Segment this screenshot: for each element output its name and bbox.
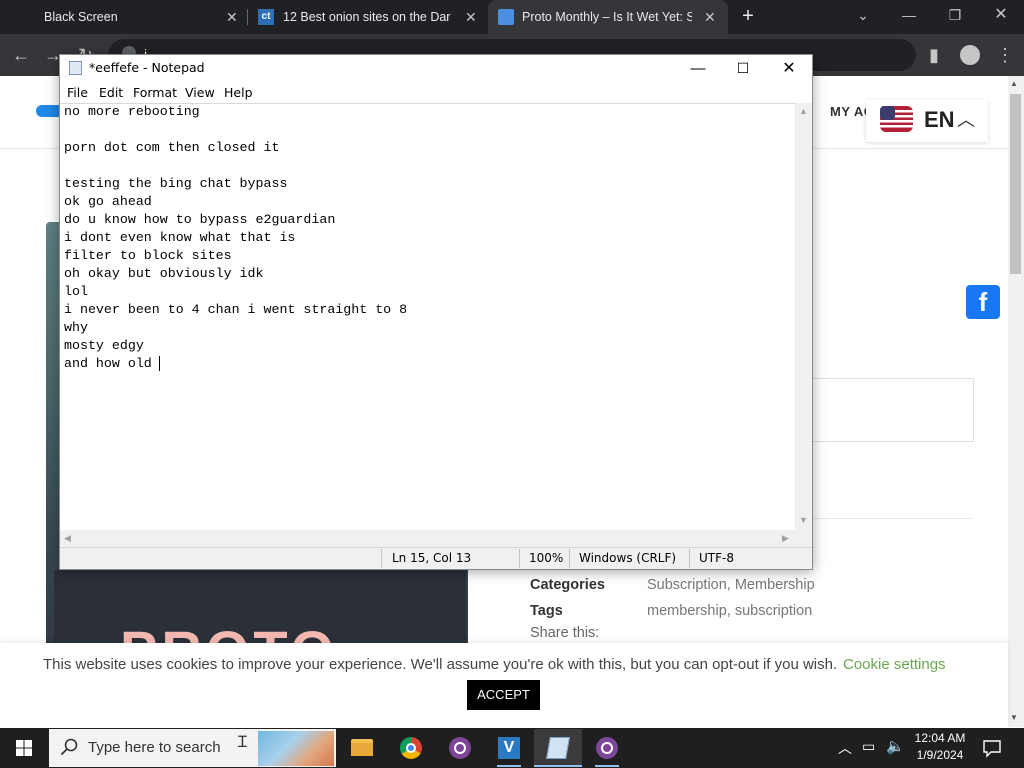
tab-proto-monthly[interactable]: Proto Monthly – Is It Wet Yet: Store ✕ bbox=[488, 0, 728, 34]
file-explorer-icon[interactable] bbox=[338, 729, 386, 767]
cursor-position: Ln 15, Col 13 bbox=[392, 551, 472, 565]
notepad-title: *eeffefe - Notepad bbox=[89, 60, 205, 75]
active-indicator bbox=[534, 765, 582, 767]
text-line: do u know how to bypass e2guardian bbox=[64, 212, 336, 227]
windows-start-icon[interactable] bbox=[0, 728, 48, 768]
content-divider bbox=[812, 518, 972, 519]
tor-browser-icon[interactable] bbox=[436, 729, 484, 767]
scroll-left-icon[interactable]: ◀ bbox=[64, 533, 71, 544]
categories-value[interactable]: Subscription, Membership bbox=[647, 577, 815, 593]
share-label: Share this: bbox=[530, 625, 600, 641]
text-line: i dont even know what that is bbox=[64, 230, 296, 245]
text-line: filter to block sites bbox=[64, 248, 232, 263]
product-option-box bbox=[812, 378, 974, 442]
chevron-up-icon: ︿ bbox=[957, 110, 975, 130]
scroll-down-icon[interactable]: ▼ bbox=[799, 515, 808, 525]
tab-separator bbox=[247, 9, 248, 25]
tags-label: Tags bbox=[530, 603, 563, 619]
tor-browser-alt-icon[interactable] bbox=[583, 729, 631, 767]
tab-title: 12 Best onion sites on the Dark Web bbox=[283, 10, 451, 24]
new-tab-icon[interactable]: + bbox=[738, 6, 758, 26]
status-separator bbox=[519, 549, 520, 568]
tab-title: Black Screen bbox=[44, 10, 118, 24]
search-highlight-image[interactable] bbox=[258, 731, 334, 766]
text-line: oh okay but obviously idk bbox=[64, 266, 264, 281]
running-indicator bbox=[595, 765, 619, 767]
facebook-share-icon[interactable]: f bbox=[966, 285, 1000, 319]
browser-tab-strip: Black Screen ✕ ct 12 Best onion sites on… bbox=[0, 0, 1024, 34]
status-separator bbox=[689, 549, 690, 568]
notepad-maximize-icon[interactable]: ☐ bbox=[720, 55, 766, 82]
text-line: porn dot com then closed it bbox=[64, 140, 280, 155]
search-icon bbox=[60, 738, 78, 756]
text-line: no more rebooting bbox=[64, 104, 200, 119]
text-line: mosty edgy bbox=[64, 338, 144, 353]
menu-edit[interactable]: Edit bbox=[99, 85, 123, 100]
running-indicator bbox=[497, 765, 521, 767]
accept-cookies-button[interactable]: ACCEPT bbox=[467, 680, 540, 710]
pen-favicon-icon bbox=[498, 9, 514, 25]
ct-favicon-icon: ct bbox=[258, 9, 274, 25]
cookie-settings-link[interactable]: Cookie settings bbox=[843, 656, 946, 673]
scroll-right-icon[interactable]: ▶ bbox=[782, 533, 789, 544]
encoding: UTF-8 bbox=[699, 551, 734, 565]
notifications-icon[interactable] bbox=[982, 738, 1002, 758]
text-caret bbox=[159, 356, 160, 371]
show-hidden-icons-chevron-icon[interactable]: ︿ bbox=[838, 738, 852, 758]
notepad-app-icon[interactable] bbox=[69, 61, 82, 75]
text-cursor-icon: Ɪ bbox=[238, 734, 247, 751]
status-separator bbox=[381, 549, 382, 568]
search-placeholder: Type here to search bbox=[88, 739, 221, 756]
text-line: i never been to 4 chan i went straight t… bbox=[64, 302, 408, 317]
line-ending: Windows (CRLF) bbox=[579, 551, 677, 565]
chrome-icon[interactable] bbox=[387, 729, 435, 767]
volume-muted-icon[interactable]: 🔈 bbox=[886, 737, 905, 755]
close-window-icon[interactable]: ✕ bbox=[978, 0, 1024, 30]
notepad-horizontal-scrollbar[interactable] bbox=[60, 530, 795, 547]
tab-search-chevron-icon[interactable]: ⌄ bbox=[840, 0, 886, 30]
profile-avatar-icon[interactable] bbox=[960, 45, 980, 65]
tab-title: Proto Monthly – Is It Wet Yet: Store bbox=[522, 10, 692, 24]
text-line: testing the bing chat bypass bbox=[64, 176, 288, 191]
side-panel-icon[interactable]: ▮ bbox=[929, 45, 939, 65]
scrollbar-corner bbox=[795, 530, 812, 547]
menu-file[interactable]: File bbox=[67, 85, 88, 100]
menu-format[interactable]: Format bbox=[133, 85, 177, 100]
cookie-message: This website uses cookies to improve you… bbox=[43, 656, 838, 673]
menu-help[interactable]: Help bbox=[224, 85, 253, 100]
notepad-minimize-icon[interactable]: — bbox=[675, 55, 721, 82]
tab-black-screen[interactable]: Black Screen ✕ bbox=[0, 0, 246, 34]
close-tab-icon[interactable]: ✕ bbox=[704, 0, 716, 34]
notepad-close-icon[interactable]: ✕ bbox=[766, 55, 812, 82]
scroll-up-icon[interactable]: ▲ bbox=[1010, 79, 1018, 88]
minimize-icon[interactable]: — bbox=[886, 0, 932, 30]
tags-value[interactable]: membership, subscription bbox=[647, 603, 812, 619]
language-code: EN bbox=[924, 107, 955, 132]
network-icon[interactable]: ▭ bbox=[862, 738, 875, 755]
clock-time[interactable]: 12:04 AM bbox=[910, 731, 970, 745]
text-line: lol bbox=[64, 284, 88, 299]
close-tab-icon[interactable]: ✕ bbox=[465, 0, 477, 34]
notepad-vertical-scrollbar[interactable] bbox=[795, 103, 812, 530]
categories-label: Categories bbox=[530, 577, 605, 593]
status-separator bbox=[569, 549, 570, 568]
page-scroll-thumb[interactable] bbox=[1010, 94, 1021, 274]
clock-date[interactable]: 1/9/2024 bbox=[910, 748, 970, 762]
visual-studio-icon[interactable]: V bbox=[485, 729, 533, 767]
tab-onion-sites[interactable]: ct 12 Best onion sites on the Dark Web ✕ bbox=[249, 0, 487, 34]
restore-icon[interactable]: ❐ bbox=[932, 0, 978, 30]
notepad-text-area[interactable] bbox=[60, 103, 795, 531]
back-icon[interactable]: ← bbox=[12, 45, 30, 65]
scroll-down-icon[interactable]: ▼ bbox=[1010, 713, 1018, 722]
us-flag-icon bbox=[880, 106, 913, 132]
notepad-icon[interactable] bbox=[534, 729, 582, 767]
text-line: and how old bbox=[64, 356, 160, 371]
text-line: ok go ahead bbox=[64, 194, 152, 209]
zoom-level: 100% bbox=[529, 551, 564, 565]
scroll-up-icon[interactable]: ▲ bbox=[799, 106, 808, 116]
text-line: why bbox=[64, 320, 88, 335]
close-tab-icon[interactable]: ✕ bbox=[226, 0, 238, 34]
chrome-menu-icon[interactable]: ⋮ bbox=[996, 45, 1014, 65]
menu-view[interactable]: View bbox=[185, 85, 215, 100]
